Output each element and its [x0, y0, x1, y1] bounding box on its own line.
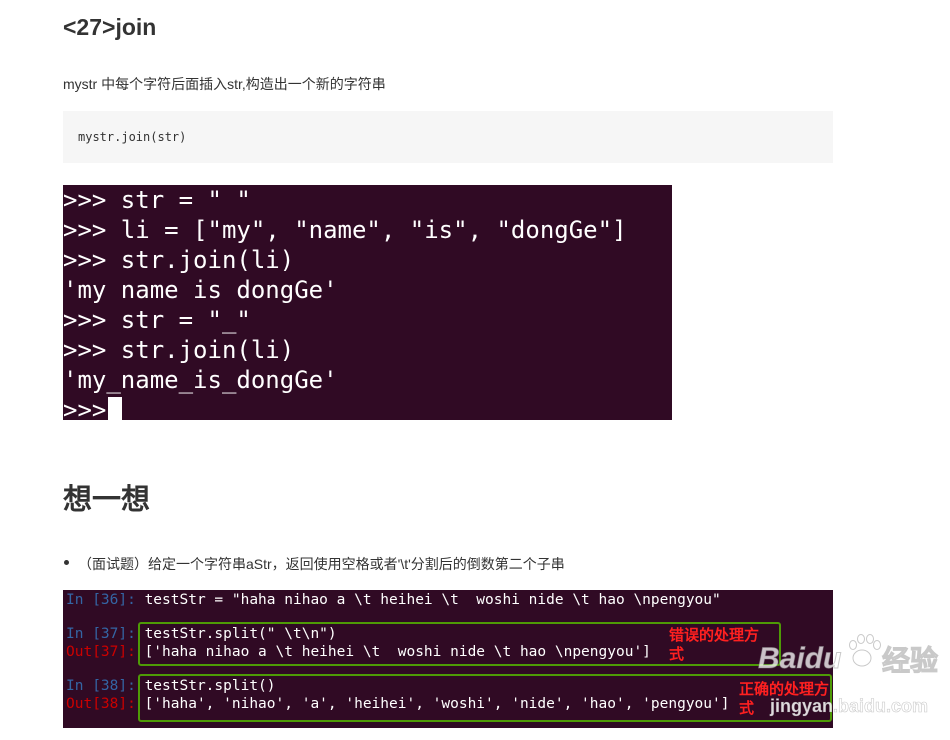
terminal-line: >>> str.join(li): [63, 246, 295, 274]
terminal-line: 'my_name_is_dongGe': [63, 366, 338, 394]
watermark-cn: 经验: [882, 644, 938, 677]
interview-question-text: （面试题）给定一个字符串aStr，返回使用空格或者'\t'分割后的倒数第二个子串: [78, 556, 565, 572]
terminal-cursor: [108, 397, 123, 420]
terminal-prompt-line: >>>: [63, 395, 123, 420]
in-code: testStr.split(" \t\n"): [135, 626, 337, 642]
wrong-method-annotation: 错误的处理方 式: [669, 626, 759, 664]
terminal-line: 'my name is dongGe': [63, 276, 338, 304]
out-value: ['haha', 'nihao', 'a', 'heihei', 'woshi'…: [135, 696, 730, 712]
in-code: testStr.split(): [135, 678, 276, 694]
out-value: ['haha nihao a \t heihei \t woshi nide \…: [135, 644, 651, 660]
annotation-line: 错误的处理方: [669, 627, 760, 644]
terminal-line: >>> li = ["my", "name", "is", "dongGe"]: [63, 216, 627, 244]
join-description: mystr 中每个字符后面插入str,构造出一个新的字符串: [63, 76, 386, 92]
in36-line: In [36]: testStr = "haha nihao a \t heih…: [66, 592, 721, 609]
terminal-screenshot-join: >>> str = " " >>> li = ["my", "name", "i…: [63, 185, 672, 420]
out-prompt: Out[38]:: [66, 696, 136, 712]
in-prompt: In [36]:: [66, 592, 136, 608]
terminal-line: >>> str = " ": [63, 186, 251, 214]
out38-line: Out[38]: ['haha', 'nihao', 'a', 'heihei'…: [66, 696, 729, 713]
in38-line: In [38]: testStr.split(): [66, 678, 276, 695]
bullet-dot-icon: [64, 560, 69, 565]
code-block: mystr.join(str): [63, 111, 833, 163]
paw-icon: [849, 634, 881, 667]
section-heading-think: 想一想: [63, 484, 151, 516]
out37-line: Out[37]: ['haha nihao a \t heihei \t wos…: [66, 644, 651, 661]
ipython-screenshot-split: In [36]: testStr = "haha nihao a \t heih…: [63, 590, 833, 728]
in37-line: In [37]: testStr.split(" \t\n"): [66, 626, 337, 643]
in-code: testStr = "haha nihao a \t heihei \t wos…: [135, 592, 721, 608]
interview-question-item: （面试题）给定一个字符串aStr，返回使用空格或者'\t'分割后的倒数第二个子串: [64, 554, 565, 574]
in-prompt: In [37]:: [66, 626, 136, 642]
section-heading-join: <27>join: [63, 14, 157, 40]
code-text: mystr.join(str): [78, 130, 187, 144]
right-method-annotation: 正确的处理方 式: [739, 680, 829, 718]
terminal-line: >>> str = "_": [63, 306, 251, 334]
out-prompt: Out[37]:: [66, 644, 136, 660]
annotation-line: 式: [739, 700, 755, 717]
annotation-line: 式: [669, 646, 685, 663]
in-prompt: In [38]:: [66, 678, 136, 694]
terminal-prompt: >>>: [63, 396, 107, 420]
terminal-line: >>> str.join(li): [63, 336, 295, 364]
annotation-line: 正确的处理方: [739, 681, 830, 698]
